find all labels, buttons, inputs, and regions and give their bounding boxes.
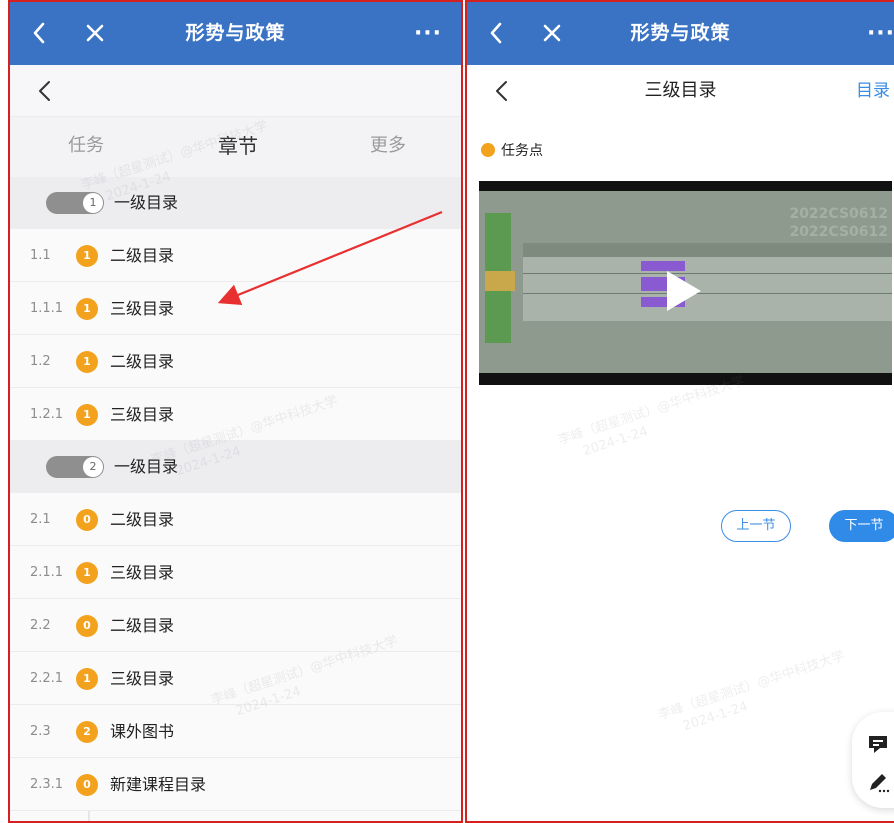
page-title: 形势与政策: [630, 22, 731, 44]
chapter-label: 课外图书: [110, 722, 175, 741]
chapter-number: 1.1: [30, 248, 51, 263]
task-count-badge: 0: [76, 509, 98, 531]
chapter-label: 二级目录: [110, 246, 175, 265]
chapter-label: 一级目录: [114, 193, 179, 212]
video-table-shape: [523, 243, 892, 321]
watermark: 李峰（超星测试）@华中科技大学 2024-1-24: [656, 648, 853, 743]
task-point-dot-icon: [481, 143, 495, 157]
chapter-number: 1.1.1: [30, 301, 64, 316]
more-icon[interactable]: ···: [411, 16, 445, 50]
watermark-date: 2024-1-24: [681, 699, 750, 735]
chapter-number: 2.2: [30, 618, 51, 633]
tab-bar: 任务 章节 更多: [10, 117, 461, 175]
video-frame: 2022CS0612 2022CS0612: [479, 191, 892, 373]
watermark-text: 李峰（超星测试）@华中科技大学: [656, 648, 847, 724]
chapter-label: 三级目录: [110, 299, 175, 318]
video-sidebar-shape: [485, 271, 515, 291]
comment-icon[interactable]: [866, 732, 890, 756]
lesson-content: 任务点 2022CS0612 2022CS0612 上一节 下一节 李峰（超星测…: [467, 117, 894, 821]
chapter-number: 2.1: [30, 512, 51, 527]
chapter-label: 一级目录: [114, 457, 179, 476]
close-icon[interactable]: [537, 16, 567, 50]
collapse-toggle[interactable]: 2: [46, 456, 104, 478]
collapse-toggle[interactable]: 1: [46, 192, 104, 214]
chapter-label: 二级目录: [110, 616, 175, 635]
chapter-number: 2.1.1: [30, 565, 64, 580]
chapter-row-level1[interactable]: 2 一级目录: [10, 441, 461, 493]
chapter-row[interactable]: 2.1.1 1 三级目录: [10, 546, 461, 599]
screenshot: 形势与政策 ··· 任务 章节 更多 1 一级目录 1.1 1 二级目录 1.1.1 1 三级…: [0, 0, 894, 823]
task-count-badge: 1: [76, 562, 98, 584]
close-icon[interactable]: [80, 16, 110, 50]
chapter-row[interactable]: 2.3 2 课外图书: [10, 705, 461, 758]
previous-section-button[interactable]: 上一节: [721, 510, 791, 542]
task-point-label: 任务点: [501, 143, 543, 159]
video-code-1: 2022CS0612: [789, 206, 888, 222]
chapter-label: 二级目录: [110, 510, 175, 529]
app-header: 形势与政策 ···: [10, 2, 461, 65]
chapter-label: 二级目录: [110, 352, 175, 371]
chapter-index: 1: [83, 193, 103, 213]
chapter-index: 2: [83, 457, 103, 477]
chapter-label: 三级目录: [110, 563, 175, 582]
back-icon[interactable]: [481, 16, 511, 50]
more-icon[interactable]: ···: [864, 16, 894, 50]
task-count-badge: 1: [76, 404, 98, 426]
floating-toolbar: [852, 712, 894, 808]
sub-back-icon[interactable]: [32, 75, 60, 107]
chapter-row[interactable]: 2.1 0 二级目录: [10, 493, 461, 546]
video-code: 2022CS0612 2022CS0612: [789, 205, 888, 241]
app-header: 形势与政策 ···: [467, 2, 894, 65]
chapter-list-screen: 形势与政策 ··· 任务 章节 更多 1 一级目录 1.1 1 二级目录 1.1.1 1 三级…: [8, 0, 463, 823]
chapter-number: 2.2.1: [30, 671, 64, 686]
video-player[interactable]: 2022CS0612 2022CS0612: [479, 181, 892, 385]
chapter-number: 2.3.1: [30, 777, 64, 792]
task-count-badge: 2: [76, 721, 98, 743]
task-count-badge: 1: [76, 351, 98, 373]
lesson-detail-screen: 形势与政策 ··· 三级目录 目录 任务点 2022CS0612 2022CS0…: [465, 0, 894, 823]
task-count-badge: 0: [76, 774, 98, 796]
chapter-label: 新建课程目录: [110, 775, 207, 794]
chapter-row[interactable]: 2.2.1 1 三级目录: [10, 652, 461, 705]
lesson-title: 三级目录: [644, 80, 717, 101]
page-title: 形势与政策: [185, 22, 286, 44]
task-count-badge: 1: [76, 298, 98, 320]
task-count-badge: 1: [76, 668, 98, 690]
chapter-label: 三级目录: [110, 405, 175, 424]
watermark: 李峰（超星测试）@华中科技大学 2024-1-24: [556, 373, 753, 468]
sub-navbar: 三级目录 目录: [467, 65, 894, 117]
play-icon[interactable]: [667, 271, 701, 311]
chapter-label: 三级目录: [110, 669, 175, 688]
watermark-date: 2024-1-24: [581, 424, 650, 460]
catalog-link[interactable]: 目录: [856, 65, 890, 117]
note-edit-icon[interactable]: [866, 770, 890, 794]
sub-navbar: [10, 65, 461, 117]
chapter-number: 1.2.1: [30, 407, 64, 422]
next-section-button[interactable]: 下一节: [829, 510, 894, 542]
annotation-arrow: [217, 210, 443, 306]
tab-tasks[interactable]: 任务: [68, 117, 104, 175]
chapter-row[interactable]: 2.2 0 二级目录: [10, 599, 461, 652]
chapter-number: 2.3: [30, 724, 51, 739]
video-code-2: 2022CS0612: [789, 224, 888, 240]
task-count-badge: 0: [76, 615, 98, 637]
tab-more[interactable]: 更多: [370, 117, 406, 175]
chapter-number: 1.2: [30, 354, 51, 369]
tab-chapters[interactable]: 章节: [218, 117, 258, 175]
back-icon[interactable]: [24, 16, 54, 50]
chapter-row[interactable]: 2.3.1 0 新建课程目录: [10, 758, 461, 811]
chapter-row[interactable]: 1.2.1 1 三级目录: [10, 388, 461, 441]
task-count-badge: 1: [76, 245, 98, 267]
task-point: 任务点: [481, 141, 543, 161]
chapter-row[interactable]: 1.2 1 二级目录: [10, 335, 461, 388]
